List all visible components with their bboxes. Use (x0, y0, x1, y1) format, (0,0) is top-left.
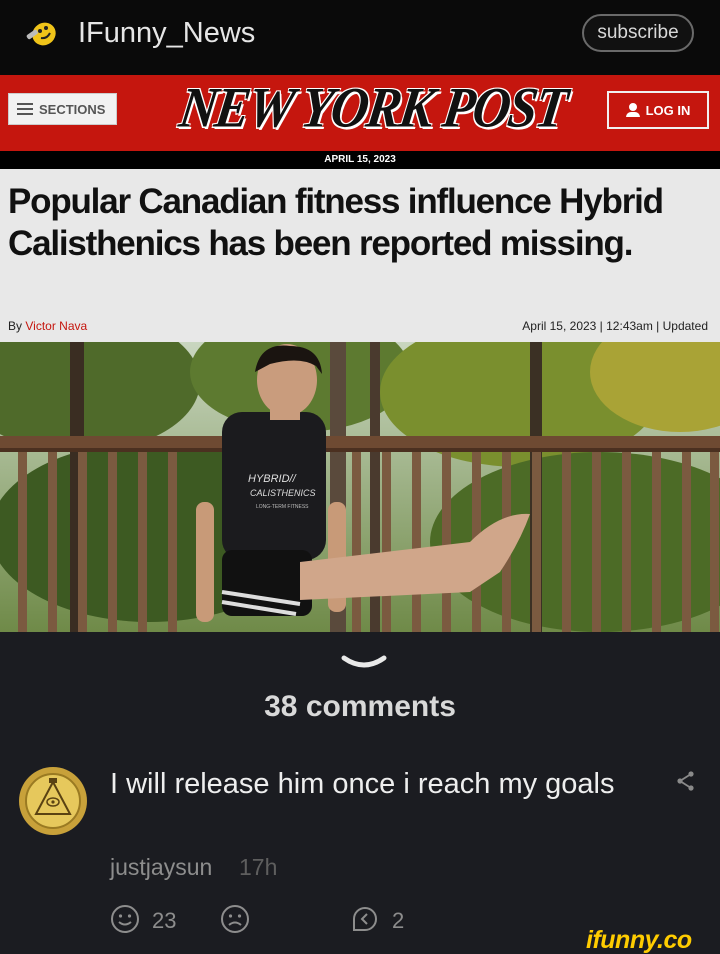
bill-cipher-coin-icon[interactable] (18, 766, 88, 836)
login-button: LOG IN (607, 91, 709, 129)
photo-scene: HYBRID// CALISTHENICS LONG-TERM FITNESS (0, 342, 720, 632)
byline-prefix: By (8, 319, 23, 333)
subscribe-button[interactable]: subscribe (582, 14, 694, 52)
sections-label: SECTIONS (39, 101, 106, 117)
comment-author[interactable]: justjaysun (110, 854, 212, 881)
smile-icon[interactable] (110, 904, 140, 934)
article-header: Popular Canadian fitness influence Hybri… (0, 169, 720, 342)
article-photo: HYBRID// CALISTHENICS LONG-TERM FITNESS (0, 342, 720, 632)
article-timestamp: April 15, 2023 | 12:43am | Updated (522, 319, 708, 333)
shirt-text-2: CALISTHENICS (250, 488, 316, 498)
unsmile-icon[interactable] (220, 904, 250, 934)
news-header: SECTIONS NEW YORK POST LOG IN (0, 75, 720, 151)
shirt-text-3: LONG-TERM FITNESS (256, 504, 309, 510)
comments-count: 38 comments (264, 690, 456, 723)
shirt-text-1: HYBRID// (248, 473, 297, 485)
user-icon (625, 103, 640, 117)
comment-actions: 23 2 (110, 904, 430, 934)
comment-time: 17h (239, 854, 278, 880)
byline: By Victor Nava (8, 319, 87, 333)
share-icon[interactable] (676, 770, 696, 792)
chevron-down-icon[interactable] (340, 652, 388, 672)
author-link: Victor Nava (25, 319, 88, 333)
mascot-icon[interactable] (22, 14, 62, 54)
article-headline: Popular Canadian fitness influence Hybri… (8, 182, 664, 263)
channel-name[interactable]: IFunny_News (78, 17, 255, 50)
date-banner: APRIL 15, 2023 (0, 151, 720, 169)
hamburger-icon (17, 103, 33, 115)
newspaper-logo: NEW YORK POST (175, 77, 570, 140)
reply-icon[interactable] (350, 904, 380, 934)
ifunny-watermark: ifunny.co (586, 926, 692, 954)
smile-count: 23 (152, 908, 177, 933)
top-bar: IFunny_News subscribe (0, 0, 720, 75)
sections-button: SECTIONS (8, 93, 117, 125)
login-label: LOG IN (645, 102, 691, 118)
reply-count: 2 (392, 908, 405, 933)
comment-text: I will release him once i reach my goals (110, 768, 615, 800)
